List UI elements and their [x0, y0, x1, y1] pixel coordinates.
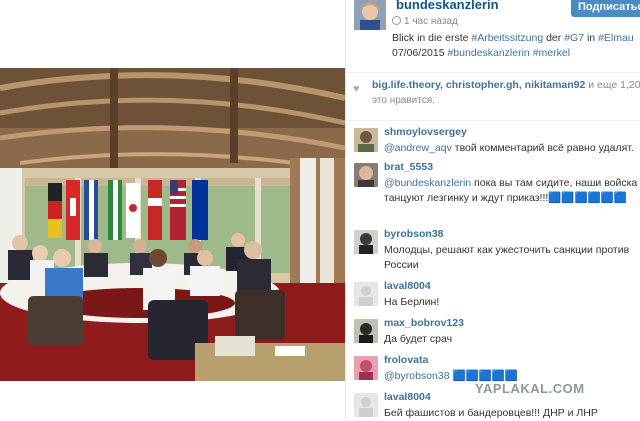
comment-username[interactable]: frolovata — [384, 354, 428, 366]
comment-mention[interactable]: @bundeskanzlerin — [384, 177, 471, 189]
post-photo[interactable] — [0, 68, 345, 381]
caption-text: in — [584, 32, 599, 44]
post-header: bundeskanzlerin Подписаться 1 час назад … — [346, 0, 640, 66]
likes-more: и еще 1,20 — [585, 79, 640, 91]
watermark-logo: YAPLAKAL.COM — [475, 381, 585, 396]
hashtag-bundeskanzlerin[interactable]: #bundeskanzlerin — [447, 47, 529, 59]
comment-username[interactable]: shmoylovsergey — [384, 126, 467, 138]
comment-avatar[interactable] — [354, 163, 378, 187]
hashtag-merkel[interactable]: #merkel — [533, 47, 570, 59]
comment-mention[interactable]: @andrew_aqv — [384, 142, 452, 154]
comments-list: shmoylovsergey @andrew_aqv твой коммента… — [346, 120, 640, 419]
comment-text: @andrew_aqv твой комментарий всё равно у… — [384, 141, 639, 156]
comment-body: твой комментарий всё равно удалят. — [451, 142, 634, 154]
post-caption: Blick in die erste #Arbeitssitzung der #… — [392, 31, 640, 61]
clock-icon — [392, 16, 401, 25]
comment-avatar[interactable] — [354, 230, 378, 254]
caption-text: Blick in die erste — [392, 32, 472, 44]
comment-username[interactable]: brat_5553 — [384, 161, 433, 173]
post-sidebar: bundeskanzlerin Подписаться 1 час назад … — [345, 0, 640, 419]
post-time: 1 час назад — [392, 16, 458, 27]
comment-avatar[interactable] — [354, 356, 378, 380]
author-username[interactable]: bundeskanzlerin — [396, 0, 499, 12]
hashtag-arbeitssitzung[interactable]: #Arbeitssitzung — [471, 32, 543, 44]
comment-body: На Берлин! — [384, 296, 440, 308]
comment-text: На Берлин! — [384, 295, 639, 310]
follow-button[interactable]: Подписаться — [571, 0, 640, 17]
comment-avatar[interactable] — [354, 393, 378, 417]
comment-avatar[interactable] — [354, 282, 378, 306]
comment-body: Молодцы, решают как ужесточить санкции п… — [384, 244, 630, 271]
heart-icon[interactable]: ♥ — [353, 83, 360, 95]
likes-users-list[interactable]: big.life.theory, christopher.gh, nikitam… — [372, 79, 585, 91]
g7-meeting-photo — [0, 68, 345, 381]
comment-username[interactable]: laval8004 — [384, 280, 431, 292]
likes-section: ♥ big.life.theory, christopher.gh, nikit… — [346, 72, 640, 106]
comment-username[interactable]: max_bobrov123 — [384, 317, 464, 329]
post-media-area — [0, 0, 345, 418]
caption-date: 07/06/2015 — [392, 47, 448, 59]
comment-mention[interactable]: @byrobson38 — [384, 370, 450, 382]
comment-username[interactable]: byrobson38 — [384, 228, 444, 240]
caption-text: der — [543, 32, 565, 44]
author-avatar[interactable] — [354, 0, 386, 30]
comment-body: Бей фашистов и бандеровцев!!! ДНР и ЛНР — [384, 407, 598, 419]
hashtag-elmau[interactable]: #Elmau — [598, 32, 634, 44]
comment-text: Бей фашистов и бандеровцев!!! ДНР и ЛНР — [384, 406, 639, 421]
hashtag-g7[interactable]: #G7 — [564, 32, 584, 44]
time-ago: 1 час назад — [404, 16, 458, 27]
likes-text: это нравится. — [372, 95, 435, 106]
comment-text: Молодцы, решают как ужесточить санкции п… — [384, 243, 639, 273]
likes-users[interactable]: big.life.theory, christopher.gh, nikitam… — [372, 79, 640, 91]
comment-avatar[interactable] — [354, 319, 378, 343]
comment-avatar[interactable] — [354, 128, 378, 152]
comment-text: @bundeskanzlerin пока вы там сидите, наш… — [384, 176, 639, 206]
comment-text: Да будет срач — [384, 332, 639, 347]
comment-body: Да будет срач — [384, 333, 453, 345]
comment-username[interactable]: laval8004 — [384, 391, 431, 403]
